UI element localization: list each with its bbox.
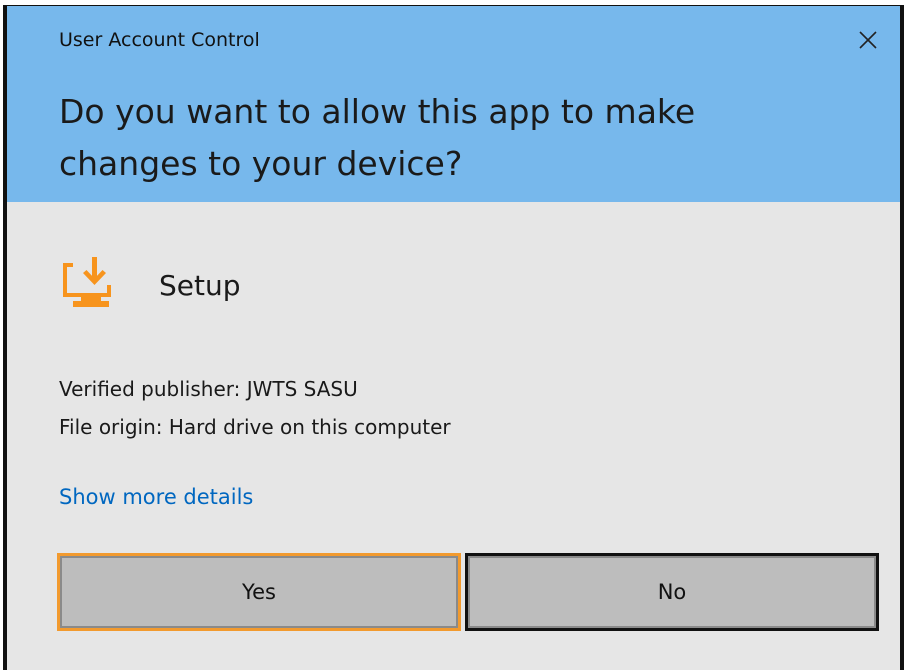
close-button[interactable]	[854, 26, 882, 54]
no-button[interactable]: No	[465, 553, 879, 631]
app-row: Setup	[59, 253, 241, 317]
window-title: User Account Control	[59, 29, 260, 51]
close-icon	[859, 31, 877, 49]
app-name: Setup	[159, 268, 241, 302]
dialog-question: Do you want to allow this app to make ch…	[59, 92, 696, 183]
monitor-download-icon	[63, 257, 111, 307]
app-info: Verified publisher: JWTS SASU File origi…	[59, 370, 451, 446]
publisher-line: Verified publisher: JWTS SASU	[59, 377, 358, 401]
dialog-header: User Account Control Do you want to allo…	[7, 6, 900, 202]
show-more-details-link[interactable]: Show more details	[59, 485, 253, 509]
origin-line: File origin: Hard drive on this computer	[59, 415, 451, 439]
uac-dialog: User Account Control Do you want to allo…	[3, 5, 904, 670]
yes-button[interactable]: Yes	[57, 553, 461, 631]
